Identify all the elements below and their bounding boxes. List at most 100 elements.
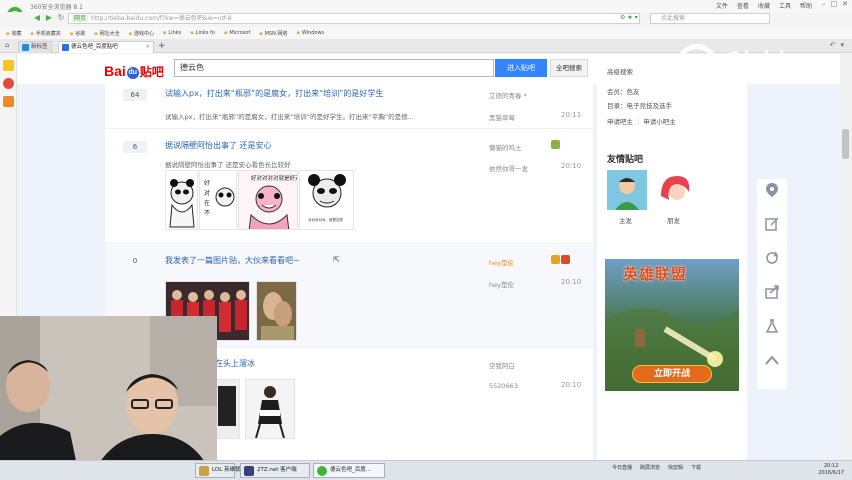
thread-image[interactable] [256,281,297,341]
scrollbar-thumb[interactable] [842,129,849,159]
menu-file[interactable]: 文件 [716,1,728,10]
ad-play-button[interactable]: 立即开战 [632,365,712,383]
url-field[interactable]: 网页 http://tieba.baidu.com/f?kw=德云色吧&ie=ut… [68,13,640,24]
baidu-tieba-logo[interactable]: Bai du 贴吧 [104,63,164,80]
panda-meme-icon [169,179,195,228]
maximize-icon[interactable]: □ [831,0,838,8]
last-replier[interactable]: 依然你哥一发 [489,163,528,173]
browser-search-placeholder: 点此搜索 [661,15,686,22]
bookmark-item[interactable]: 游戏中心 [129,30,154,37]
thread-author[interactable]: hey是伦 [489,257,514,267]
thread-author[interactable]: 空我阿白 [489,360,515,370]
thread-author[interactable]: 懒猫的鸡土 [489,142,522,152]
location-icon[interactable] [764,182,780,198]
back-icon[interactable]: ◀ [32,13,42,23]
tab-close-icon[interactable]: × [145,42,150,53]
meme-image[interactable]: 对对对对对，就是这样 [299,170,354,230]
menu-help[interactable]: 帮助 [800,1,812,10]
last-replier[interactable]: hey是伦 [489,279,514,289]
page-scrollbar[interactable] [840,54,852,460]
friend-forum-name[interactable]: 主发 [619,215,632,225]
logo-text-bai: Bai [104,63,126,79]
apply-owner-link[interactable]: 申请吧主 [607,118,633,126]
new-tab-icon[interactable]: + [158,41,166,51]
friend-forum-name[interactable]: 朋发 [667,215,680,225]
thread-image[interactable] [215,379,240,439]
webcam-overlay [0,316,217,480]
menu-tools[interactable]: 工具 [779,1,791,10]
refresh-icon[interactable] [764,250,780,266]
edit-icon[interactable] [764,216,780,232]
last-replier[interactable]: 黑猫草莓 [489,112,515,122]
bookmark-item[interactable]: Microsof [224,30,250,36]
tab-list-icon[interactable]: ▾ [840,41,844,49]
address-bar: ◀ ▶ ↻ 网页 http://tieba.baidu.com/f?kw=德云色吧… [0,12,852,26]
tray-item[interactable]: 快剪辑 [668,464,683,471]
apply-sub-owner-link[interactable]: 申请小吧主 [643,118,676,126]
menu-favorites[interactable]: 收藏 [758,1,770,10]
avatar-icon [655,170,695,210]
thread-author[interactable]: 艾德的青春 * [489,90,527,100]
thread-title-link[interactable]: 我发表了一篇图片贴，大伙来看看吧~ [165,255,300,266]
side-app-icon[interactable] [3,96,14,107]
tab-new[interactable]: 新标签页 [18,41,52,61]
weibo-icon[interactable] [3,78,14,89]
forum-member-label: 会员：色友 [607,88,640,96]
bookmark-item[interactable]: 手机收藏夹 [30,30,61,37]
window-controls: – □ ✕ [822,0,848,8]
advanced-search-link[interactable]: 高级搜索 [607,66,633,76]
meme-image[interactable]: 好对对对对就是好对 [238,170,298,230]
browser-icon [317,466,327,476]
taskbar-item-browser[interactable]: 德云色吧_百度... [313,463,385,478]
float-toolbar [757,179,787,389]
meme-image[interactable] [165,170,198,230]
forward-icon[interactable]: ▶ [44,13,54,23]
favorites-icon[interactable] [3,60,14,71]
tab-favicon-icon [62,44,69,51]
bookmark-item[interactable]: 谷歌 [70,30,85,37]
all-search-button[interactable]: 全吧搜索 [550,59,588,77]
tray-item[interactable]: 跨屏浏览 [640,464,660,471]
home-icon[interactable]: ⌂ [5,41,9,49]
tray-item[interactable]: 今日直播 [612,464,632,471]
thread-image[interactable] [245,379,295,439]
forum-directory-label[interactable]: 目录：电子竞技及选手 [607,100,672,110]
tab-tieba[interactable]: 德云色吧_百度贴吧 × [58,41,154,53]
restore-tab-icon[interactable]: ↶ [830,41,836,49]
bookmark-item[interactable]: Links [163,30,181,36]
bookmark-item[interactable]: Windows [296,30,324,36]
share-icon[interactable] [764,284,780,300]
flask-icon[interactable] [764,318,780,334]
thread-title-link[interactable]: 在头上溜冰 [215,358,255,369]
thread-title-link[interactable]: 试输入px，打出来“瓶邪”的是腐女，打出来“培训”的是好学生 [165,88,383,99]
clock-time: 20:12 [823,463,839,469]
browser-search-input[interactable]: 点此搜索 [650,13,770,24]
taskbar-item-lol[interactable]: LOL 英雄联盟 [195,463,246,478]
bookmarks-bar: 收藏 手机收藏夹 谷歌 网址大全 游戏中心 Links Links fo Mic… [0,27,852,39]
svg-text:好: 好 [204,179,210,187]
refresh-icon[interactable]: ↻ [56,13,66,23]
minimize-icon[interactable]: – [822,0,826,8]
bookmark-item[interactable]: MSN 网络 [259,30,288,37]
game-ad-banner[interactable]: 英雄联盟 立即开战 [605,259,739,391]
friend-forum-avatar[interactable] [655,170,695,210]
last-replier[interactable]: 5520663 [489,382,518,390]
title-bar: 360安全浏览器 8.1 文件 查看 收藏 工具 帮助 – □ ✕ [0,0,852,12]
bookmark-item[interactable]: 网址大全 [94,30,120,37]
reply-count: 0 [132,257,138,265]
friend-forum-avatar[interactable] [607,170,647,210]
enter-tieba-button[interactable]: 进入贴吧 [495,59,547,77]
taskbar-item-client[interactable]: 2TZ.net 客户端 [240,463,310,478]
bookmark-item[interactable]: 收藏 [6,30,21,37]
chevron-up-icon[interactable] [764,352,780,368]
url-action-icons[interactable]: ⚙ ★ ▾ [620,14,638,21]
close-icon[interactable]: ✕ [842,0,848,8]
reply-count: 6 [123,141,147,153]
thread-title-link[interactable]: 据说隔壁阿怡出事了 还是安心 [165,140,272,151]
meme-image[interactable]: 好 对 在 不 [199,170,237,230]
tieba-search-input[interactable]: 德云色 [174,59,494,77]
taskbar-clock[interactable]: 20:12 2016/6/17 [818,463,844,477]
bookmark-item[interactable]: Links fo [190,30,215,36]
tray-item[interactable]: 下载 [691,464,701,471]
menu-view[interactable]: 查看 [737,1,749,10]
